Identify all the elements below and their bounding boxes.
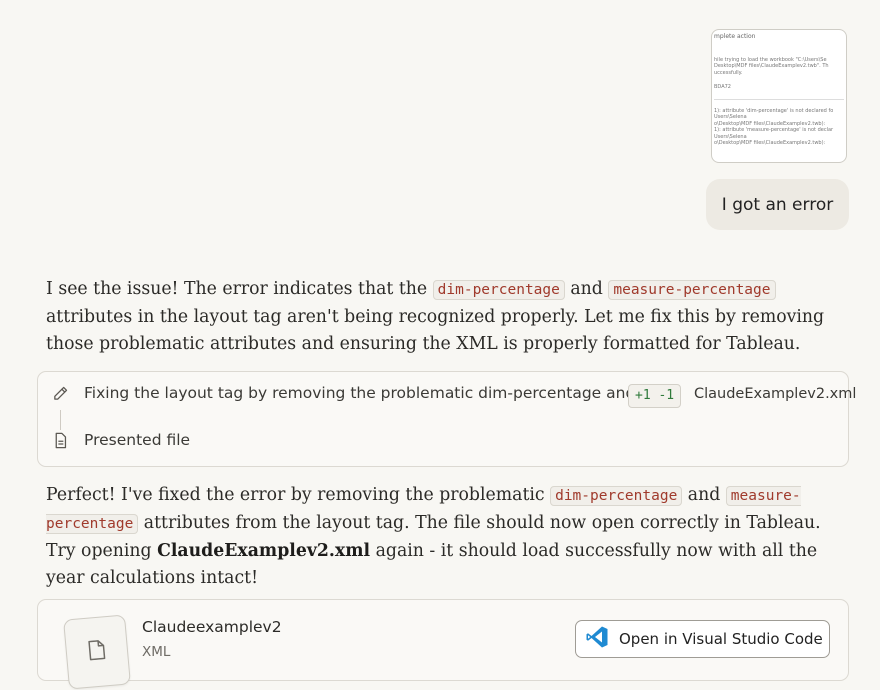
inline-code: dim-percentage [432, 280, 565, 300]
text-segment: I see the issue! The error indicates tha… [46, 279, 433, 299]
inline-code: measure-percentage [608, 280, 776, 300]
diff-stat-badge: +1 -1 [628, 384, 682, 408]
thumbnail-text-line: BDA72 [714, 84, 731, 90]
file-icon [87, 639, 107, 665]
assistant-message-2: Perfect! I've fixed the error by removin… [46, 482, 846, 592]
file-preview-tile[interactable] [63, 614, 131, 690]
user-message-bubble: I got an error [706, 179, 849, 230]
artifact-card[interactable]: Claudeexamplev2 XML Open in Visual Studi… [37, 599, 849, 690]
pencil-icon [51, 384, 69, 402]
vscode-icon [585, 625, 609, 654]
thumbnail-text-line: Desktop\MDF files\ClaudeExamplev2.twb". … [714, 63, 829, 69]
tool-use-card[interactable]: Fixing the layout tag by removing the pr… [37, 371, 856, 467]
text-segment: and [564, 279, 609, 299]
assistant-message-1: I see the issue! The error indicates tha… [46, 276, 846, 358]
thumbnail-divider [714, 98, 844, 100]
present-step[interactable]: Presented file [51, 431, 190, 449]
edit-step-label: Fixing the layout tag by removing the pr… [84, 384, 636, 402]
artifact-name: Claudeexamplev2 [142, 618, 282, 636]
document-icon [51, 431, 69, 449]
bold-filename: ClaudeExamplev2.xml [157, 541, 371, 561]
thumbnail-gap [714, 49, 844, 57]
text-segment: Perfect! I've fixed the error by removin… [46, 485, 551, 505]
text-segment: and [682, 485, 726, 505]
open-in-vscode-button[interactable]: Open in Visual Studio Code [575, 620, 830, 658]
attachment-thumbnail[interactable]: mplete action hile trying to load the wor… [711, 29, 847, 163]
thumbnail-text-line: mplete action [714, 33, 756, 40]
inline-code: dim-percentage [550, 486, 683, 506]
edit-step[interactable]: Fixing the layout tag by removing the pr… [51, 384, 635, 402]
step-connector [60, 410, 61, 430]
present-step-label: Presented file [84, 431, 191, 449]
artifact-type: XML [142, 644, 171, 660]
text-segment: attributes in the layout tag aren't bein… [46, 307, 825, 354]
open-button-label: Open in Visual Studio Code [619, 630, 823, 648]
edited-file-link[interactable]: ClaudeExamplev2.xml [694, 386, 856, 402]
thumbnail-text-line: o\Desktop\MDF files\ClaudeExamplev2.twb)… [714, 140, 826, 146]
user-message-text: I got an error [721, 194, 834, 215]
thumbnail-text-line: 1): attribute 'measure-percentage' is no… [714, 127, 834, 133]
thumbnail-gap [714, 76, 844, 84]
